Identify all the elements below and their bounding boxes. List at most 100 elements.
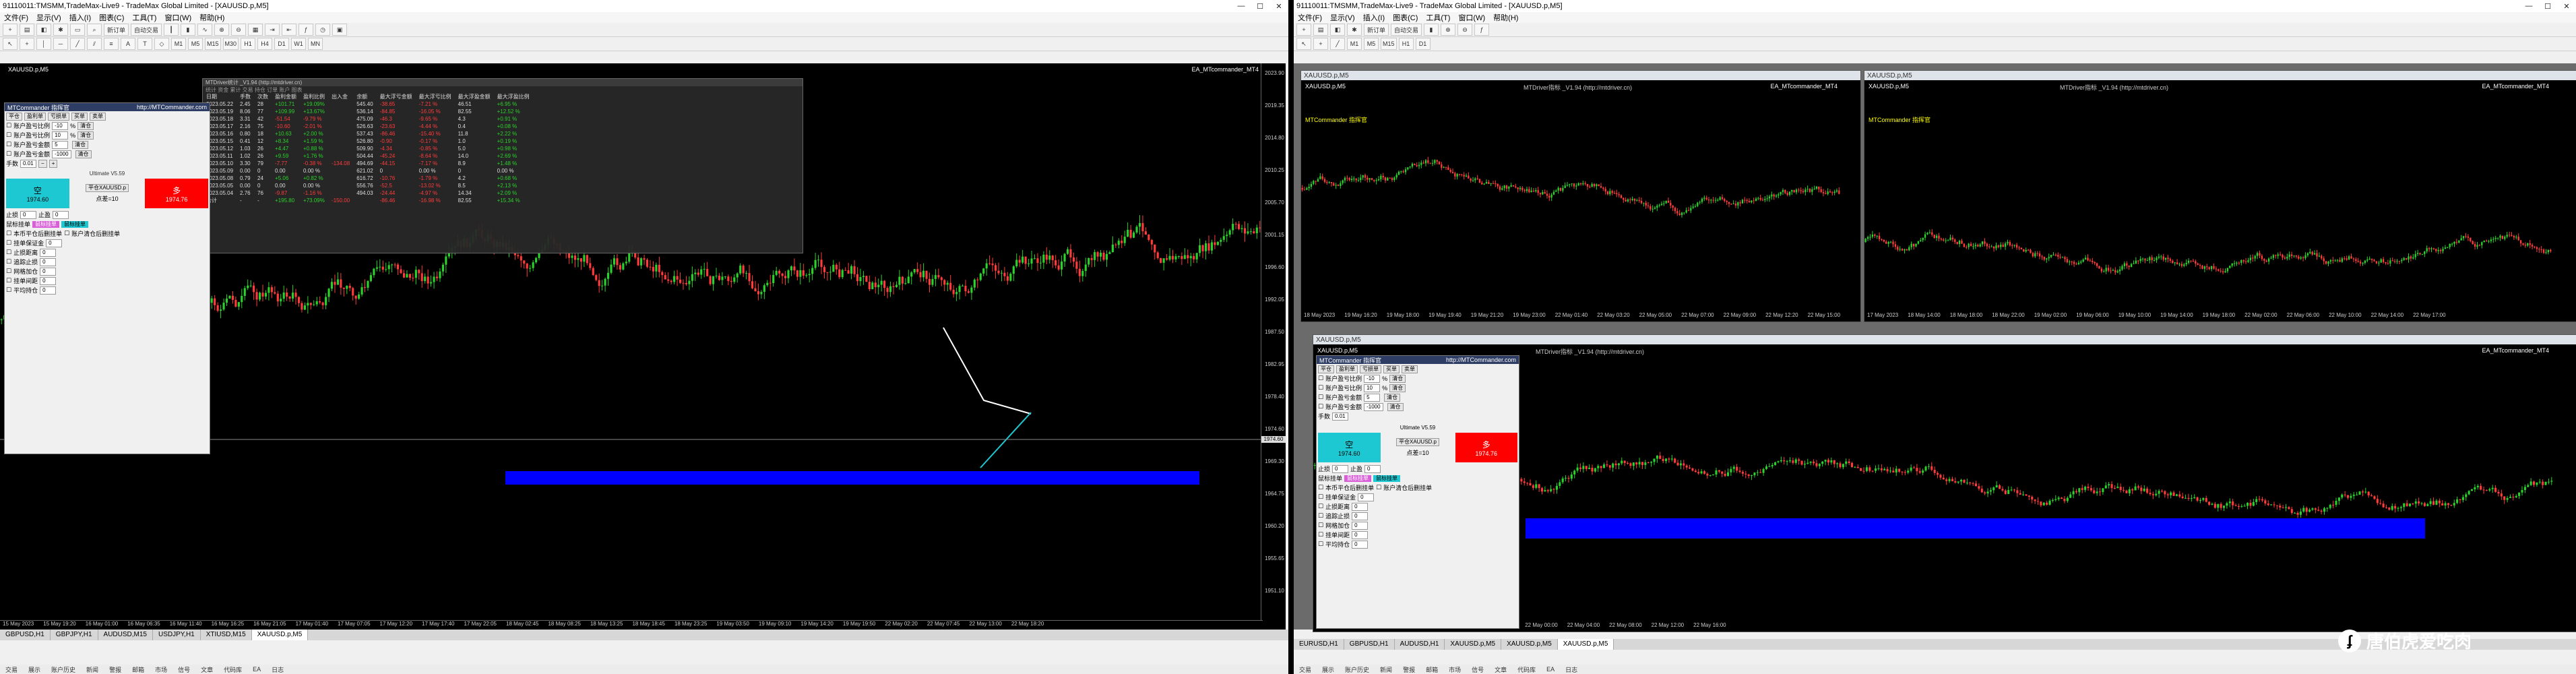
text-icon[interactable]: A [121,38,135,50]
bar-chart-icon[interactable]: ┃ [164,24,179,36]
mtdriver-stats-window[interactable]: MTDriver统计 _V1.94 (http://mtdriver.cn) 统… [202,78,803,253]
chart-tab[interactable]: AUDUSD,M15 [98,630,153,640]
lots-input[interactable]: 0.01 [20,159,37,168]
terminal-tab[interactable]: 交易 [1299,665,1311,674]
chart-tab[interactable]: XAUUSD.p,M5 [1445,639,1502,650]
rule-value-input[interactable]: -10 [52,121,69,130]
period-h1-button[interactable]: H1 [241,38,256,50]
rule-value-input[interactable]: -1000 [52,150,71,158]
chart-window-c[interactable]: XAUUSD.p,M5 XAUUSD.p,M5 MTDriver指标 _V1.9… [1313,334,2576,632]
period-m1-button[interactable]: M1 [1347,38,1362,50]
checkbox-icon[interactable]: ☐ [6,131,11,139]
checkbox-icon[interactable]: ☐ [64,230,69,237]
terminal-tab[interactable]: 账户历史 [51,665,75,674]
rule-value-input[interactable]: -10 [1364,374,1381,383]
fibo-icon[interactable]: ≡ [104,38,119,50]
candle-chart-icon[interactable]: ▮ [1424,24,1439,36]
trendline-icon[interactable]: ╱ [1330,38,1345,50]
menu-view[interactable]: 显示(V) [1330,12,1355,23]
terminal-tab[interactable]: 文章 [1495,665,1507,674]
terminal-tab[interactable]: 日志 [1565,665,1577,674]
checkbox-icon[interactable]: ☐ [6,249,11,256]
minimize-icon[interactable]: — [2519,2,2538,10]
navigator-icon[interactable]: ✱ [1347,24,1362,36]
bottom-row-input[interactable]: 0 [1352,502,1369,511]
bottom-row-input[interactable]: 0 [40,248,57,257]
bottom-row-input[interactable]: 0 [40,267,57,276]
checkbox-icon[interactable]: ☐ [6,286,11,294]
checkbox-icon[interactable]: ☐ [6,230,11,237]
rule-value-input[interactable]: 5 [1364,393,1381,402]
crosshair-icon[interactable]: + [1313,38,1328,50]
chart-tab[interactable]: GBPUSD,H1 [1344,639,1395,650]
trendline-icon[interactable]: ╱ [70,38,85,50]
lots-input[interactable]: 0.01 [1332,412,1349,421]
bottom-row-input[interactable]: 0 [40,257,57,266]
checkbox-icon[interactable]: ☐ [6,239,11,247]
menu-help[interactable]: 帮助(H) [1493,12,1518,23]
checkbox-icon[interactable]: ☐ [6,258,11,266]
bottom-row-input[interactable]: 0 [1352,540,1369,549]
new-chart-icon[interactable]: + [3,24,18,36]
navigator-icon[interactable]: ✱ [53,24,68,36]
close-loss-button[interactable]: 亏损单 [1360,365,1381,373]
checkbox-icon[interactable]: ☐ [1318,522,1323,529]
checkbox-icon[interactable]: ☐ [1318,384,1323,392]
rule-action-button[interactable]: 清仓 [77,131,94,140]
checkbox-icon[interactable]: ☐ [6,122,11,129]
period-m15-button[interactable]: M15 [1381,38,1397,50]
mtcommander-panel[interactable]: MTCommander 指挥官 http://MTCommander.com 平… [4,102,210,454]
label-icon[interactable]: T [137,38,152,50]
checkbox-icon[interactable]: ☐ [6,268,11,275]
stats-menu[interactable]: 统计 资金 累计 交易 持仓 订单 账户 图表 [203,86,803,93]
lots-plus-button[interactable]: + [49,159,58,168]
auto-trading-button[interactable]: 自动交易 [131,24,162,36]
pending-cyan-button[interactable]: 鼠标挂单 [61,220,89,228]
menu-file[interactable]: 文件(F) [4,12,28,23]
period-w1-button[interactable]: W1 [291,38,307,50]
terminal-tab[interactable]: 邮箱 [1426,665,1438,674]
close-symbol-button[interactable]: 平仓XAUUSD.p [85,184,129,192]
period-h4-button[interactable]: H4 [257,38,273,50]
bottom-row-input[interactable]: 0 [1358,493,1375,501]
checkbox-icon[interactable]: ☐ [1318,403,1323,410]
checkbox-icon[interactable]: ☐ [6,277,11,284]
terminal-tab[interactable]: 代码库 [224,665,242,674]
close-loss-button[interactable]: 亏损单 [48,112,69,121]
rule-action-button[interactable]: 清仓 [1389,374,1406,383]
rule-action-button[interactable]: 清仓 [75,150,92,158]
profiles-icon[interactable]: ▤ [20,24,34,36]
maximize-icon[interactable]: ☐ [1251,2,1269,11]
period-m30-button[interactable]: M30 [222,38,239,50]
sell-button[interactable]: 空 1974.60 [6,179,69,208]
chart-tab[interactable]: GBPUSD,H1 [0,630,51,640]
checkbox-icon[interactable]: ☐ [6,141,11,148]
mtcommander-panel-small[interactable]: MTCommander 指挥官 http://MTCommander.com 平… [1316,355,1519,629]
terminal-tab[interactable]: 展示 [1322,665,1334,674]
cursor-icon[interactable]: ↖ [1296,38,1311,50]
bottom-row-input[interactable]: 0 [40,276,57,285]
checkbox-icon[interactable]: ☐ [1318,512,1323,520]
menu-help[interactable]: 帮助(H) [199,12,224,23]
terminal-tab[interactable]: 市场 [155,665,167,674]
terminal-tab[interactable]: 日志 [272,665,284,674]
menu-window[interactable]: 窗口(W) [1458,12,1485,23]
terminal-tab[interactable]: 信号 [178,665,190,674]
checkbox-icon[interactable]: ☐ [1318,503,1323,510]
menu-insert[interactable]: 插入(I) [69,12,91,23]
menu-file[interactable]: 文件(F) [1298,12,1322,23]
terminal-tab[interactable]: 警报 [1403,665,1415,674]
bottom-row-input[interactable]: 0 [1352,530,1369,539]
rule-action-button[interactable]: 清仓 [1387,402,1404,411]
pending-cyan-button[interactable]: 鼠标挂单 [1373,474,1401,482]
close-profit-button[interactable]: 盈利单 [1336,365,1358,373]
rule-value-input[interactable]: -1000 [1364,402,1383,411]
panel-url[interactable]: http://MTCommander.com [137,104,207,111]
crosshair-icon[interactable]: + [20,38,34,50]
terminal-tab[interactable]: 交易 [5,665,18,674]
menu-tools[interactable]: 工具(T) [132,12,156,23]
chart-tab[interactable]: EURUSD,H1 [1294,639,1344,650]
checkbox-icon[interactable]: ☐ [1376,484,1381,491]
chart-window-b[interactable]: XAUUSD.p,M5 XAUUSD.p,M5 MTDriver指标 _V1.9… [1864,70,2576,322]
stop-input[interactable]: 0 [1332,464,1349,473]
